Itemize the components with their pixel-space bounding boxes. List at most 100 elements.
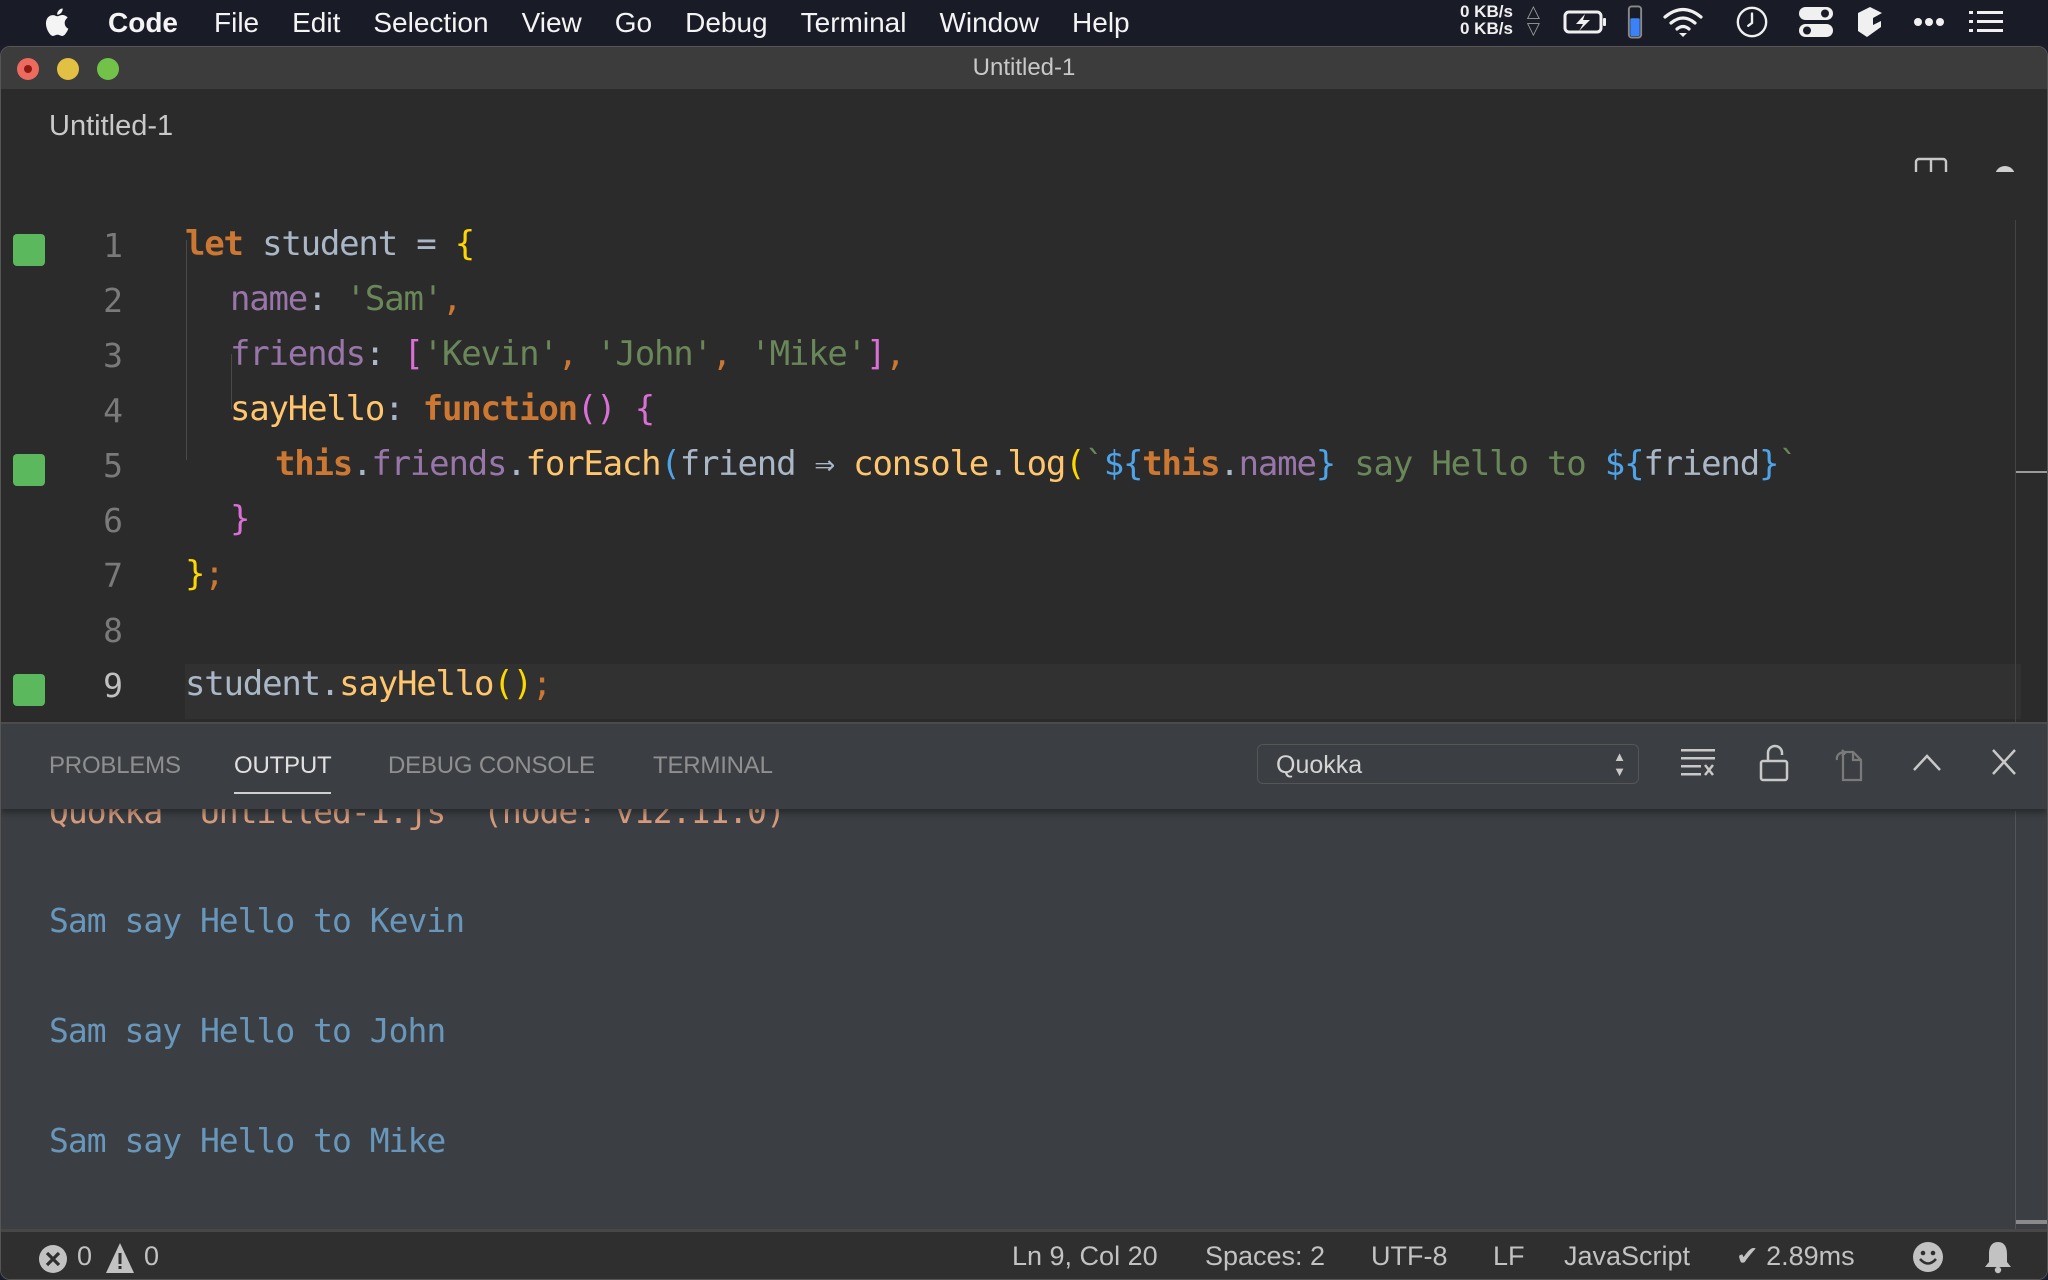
token-method-name: sayHello bbox=[230, 389, 385, 429]
token-interp-open: ${ bbox=[1604, 444, 1645, 484]
token-property: friends bbox=[230, 334, 366, 374]
file-encoding[interactable]: UTF-8 bbox=[1371, 1241, 1448, 1272]
token-this: this bbox=[1142, 444, 1220, 484]
token-interp-close: } bbox=[1315, 444, 1336, 484]
code-line-1[interactable]: let student = { bbox=[185, 224, 475, 264]
upload-arrow-icon: △ bbox=[1526, 2, 1540, 21]
download-arrow-icon: ▽ bbox=[1526, 19, 1540, 38]
token-this: this bbox=[275, 444, 353, 484]
token-string: 'John' bbox=[596, 334, 713, 374]
token-colon: : bbox=[307, 279, 346, 319]
cursor-position[interactable]: Ln 9, Col 20 bbox=[1012, 1241, 1158, 1272]
language-mode[interactable]: JavaScript bbox=[1564, 1241, 1690, 1272]
indentation-setting[interactable]: Spaces: 2 bbox=[1205, 1241, 1325, 1272]
warning-count[interactable]: 0 bbox=[144, 1241, 159, 1272]
warning-icon[interactable] bbox=[105, 1242, 135, 1274]
code-line-7[interactable]: }; bbox=[185, 554, 225, 594]
token-operator: = bbox=[416, 224, 436, 264]
menu-debug[interactable]: Debug bbox=[685, 7, 768, 39]
error-icon[interactable] bbox=[38, 1244, 68, 1274]
editor-tab-row: Untitled-1 bbox=[1, 90, 2047, 189]
maximize-panel-chevron-up-icon[interactable] bbox=[1911, 744, 1943, 780]
panel-tab-terminal[interactable]: TERMINAL bbox=[653, 752, 773, 780]
tab-untitled-1[interactable]: Untitled-1 bbox=[49, 110, 173, 143]
notifications-bell-icon[interactable] bbox=[1983, 1240, 2013, 1274]
token-property: name bbox=[230, 279, 308, 319]
apple-logo-icon[interactable] bbox=[42, 6, 70, 38]
token-dot: . bbox=[988, 444, 1008, 484]
quokka-coverage-marker[interactable] bbox=[13, 454, 45, 486]
token-interp-open: ${ bbox=[1103, 444, 1144, 484]
control-toggles-icon[interactable] bbox=[1799, 5, 1833, 39]
token-colon: : bbox=[384, 389, 423, 429]
output-log-line: Sam say Hello to Mike bbox=[49, 1121, 446, 1160]
token-comma: , bbox=[711, 334, 751, 374]
memory-gauge-icon[interactable] bbox=[1627, 5, 1643, 39]
panel-tab-output[interactable]: OUTPUT bbox=[234, 752, 332, 794]
lock-scroll-icon[interactable] bbox=[1759, 744, 1789, 782]
token-dot: . bbox=[352, 444, 372, 484]
line-number-current: 9 bbox=[103, 666, 123, 705]
more-icon[interactable] bbox=[1912, 5, 1946, 39]
feedback-smiley-icon[interactable] bbox=[1912, 1241, 1944, 1273]
token-semicolon: ; bbox=[531, 664, 552, 704]
output-vertical-scrollbar[interactable] bbox=[2015, 811, 2016, 1231]
token-backtick: ` bbox=[1778, 444, 1798, 484]
panel-tab-problems[interactable]: PROBLEMS bbox=[49, 752, 181, 780]
menu-app-code[interactable]: Code bbox=[108, 7, 178, 39]
editor-vertical-scrollbar[interactable] bbox=[2015, 220, 2016, 768]
window-title-bar[interactable]: Untitled-1 bbox=[1, 47, 2047, 90]
output-log-line: Sam say Hello to Kevin bbox=[49, 901, 465, 940]
menu-view[interactable]: View bbox=[522, 7, 582, 39]
menu-selection[interactable]: Selection bbox=[373, 7, 488, 39]
quokka-coverage-marker[interactable] bbox=[13, 234, 45, 266]
code-line-2[interactable]: name: 'Sam', bbox=[230, 279, 462, 319]
token-property: name bbox=[1238, 444, 1317, 484]
code-line-3[interactable]: friends: ['Kevin', 'John', 'Mike'], bbox=[230, 334, 906, 374]
quokka-execution-time[interactable]: ✔ 2.89ms bbox=[1736, 1241, 1855, 1272]
indent-guide bbox=[186, 240, 187, 460]
battery-charging-icon[interactable] bbox=[1563, 5, 1609, 39]
token-template-text: say Hello to bbox=[1335, 444, 1605, 484]
token-string: 'Sam' bbox=[345, 279, 444, 319]
horizontal-overflow-indicator bbox=[2015, 471, 2047, 473]
line-number: 8 bbox=[103, 611, 123, 650]
code-editor[interactable]: 1 2 3 4 5 6 7 8 9 let student = { name: … bbox=[1, 172, 2047, 768]
menu-go[interactable]: Go bbox=[615, 7, 652, 39]
network-speed-monitor[interactable]: 0 KB/s △ 0 KB/s ▽ bbox=[1460, 3, 1540, 37]
code-line-5[interactable]: this.friends.forEach(friend ⇒ console.lo… bbox=[275, 444, 1799, 484]
token-comma: , bbox=[885, 334, 905, 374]
menu-window[interactable]: Window bbox=[939, 7, 1039, 39]
menu-file[interactable]: File bbox=[214, 7, 259, 39]
token-arrow: ⇒ bbox=[814, 444, 835, 484]
menu-help[interactable]: Help bbox=[1072, 7, 1130, 39]
token-keyword: let bbox=[185, 224, 244, 264]
upload-speed: 0 KB/s bbox=[1460, 2, 1513, 21]
wifi-icon[interactable] bbox=[1662, 5, 1704, 39]
token-variable: student bbox=[185, 664, 321, 704]
line-number: 6 bbox=[103, 501, 123, 540]
end-of-line-sequence[interactable]: LF bbox=[1493, 1241, 1525, 1272]
clear-output-icon[interactable] bbox=[1679, 744, 1717, 780]
token-paren: ( bbox=[1065, 444, 1085, 484]
app-extension-icon[interactable] bbox=[1855, 5, 1885, 39]
menu-terminal[interactable]: Terminal bbox=[801, 7, 907, 39]
output-channel-select[interactable]: Quokka ▲ ▼ bbox=[1257, 744, 1639, 784]
list-icon[interactable] bbox=[1968, 5, 2004, 39]
code-line-6[interactable]: } bbox=[230, 499, 250, 539]
close-panel-icon[interactable] bbox=[1989, 744, 2019, 780]
token-bracket: [ bbox=[403, 334, 423, 374]
token-dot: . bbox=[506, 444, 526, 484]
error-count[interactable]: 0 bbox=[77, 1241, 92, 1272]
output-scroll-position-marker[interactable] bbox=[2016, 1220, 2047, 1224]
line-number: 5 bbox=[103, 446, 123, 485]
panel-tab-debug-console[interactable]: DEBUG CONSOLE bbox=[388, 752, 595, 780]
download-speed: 0 KB/s bbox=[1460, 19, 1513, 38]
code-line-4[interactable]: sayHello: function() { bbox=[230, 389, 655, 429]
open-log-file-icon[interactable] bbox=[1833, 744, 1865, 782]
clock-icon[interactable] bbox=[1734, 5, 1770, 39]
code-line-9[interactable]: student.sayHello(); bbox=[185, 664, 552, 704]
menu-edit[interactable]: Edit bbox=[292, 7, 340, 39]
quokka-coverage-marker[interactable] bbox=[13, 674, 45, 706]
